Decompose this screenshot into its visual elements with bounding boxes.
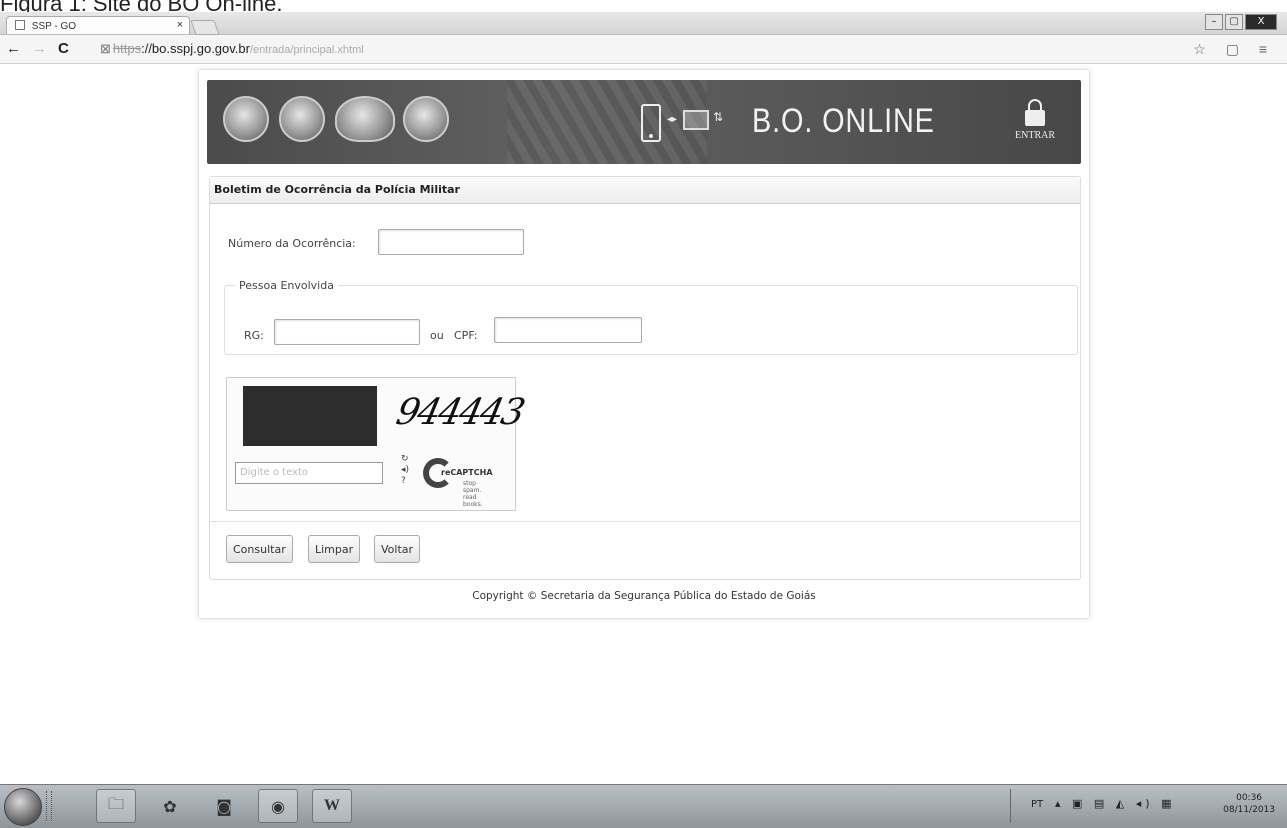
- consultar-button[interactable]: Consultar: [226, 535, 293, 563]
- taskbar: 🗀 ✿ ◙ ◉ W PT ▴ ▣ ▤ ◭ ◂) ▦ 00:36 08/11/20…: [0, 784, 1287, 828]
- cpf-label: CPF:: [454, 329, 478, 342]
- url-path: /entrada/principal.xhtml: [249, 44, 364, 56]
- captcha-widget: 944443 Digite o texto ↻ ◂) ? reCAPTCHA s…: [226, 377, 527, 511]
- occurrence-number-label: Número da Ocorrência:: [228, 237, 356, 250]
- voltar-button[interactable]: Voltar: [374, 535, 421, 563]
- login-label: ENTRAR: [1015, 130, 1055, 141]
- cpf-input[interactable]: [494, 317, 642, 343]
- computer-icon: [683, 110, 709, 130]
- taskbar-grip: [46, 791, 52, 821]
- tray-icons[interactable]: ▴ ▣ ▤ ◭ ◂) ▦: [1055, 797, 1175, 810]
- window-controls: – ▢ X: [1205, 14, 1277, 30]
- login-link[interactable]: ENTRAR: [1015, 98, 1055, 141]
- back-button[interactable]: ←: [6, 40, 21, 57]
- broken-lock-icon: ⊠: [100, 41, 111, 56]
- occurrence-form: Boletim de Ocorrência da Polícia Militar…: [209, 176, 1081, 580]
- url-host: ://bo.sspj.go.gov.br: [141, 41, 250, 56]
- url-protocol: https: [112, 41, 142, 56]
- tab-close-icon[interactable]: ×: [177, 19, 183, 31]
- audio-icon[interactable]: ◂): [401, 465, 409, 476]
- badge-icon: [403, 96, 449, 142]
- system-tray: PT ▴ ▣ ▤ ◭ ◂) ▦ 00:36 08/11/2013: [1010, 789, 1281, 823]
- mobile-phone-icon: [641, 104, 661, 142]
- reload-button[interactable]: C: [58, 40, 69, 57]
- site-title: B.O. ONLINE: [752, 102, 935, 140]
- occurrence-number-input[interactable]: [378, 229, 524, 255]
- paint-icon[interactable]: ✿: [150, 789, 190, 823]
- copyright-text: Copyright © Secretaria da Segurança Públ…: [472, 590, 816, 602]
- captcha-challenge: 944443: [392, 392, 527, 433]
- captcha-controls: ↻ ◂) ?: [401, 454, 409, 487]
- toolbar-icons[interactable]: ☆ ▢ ≡: [1193, 41, 1275, 58]
- recaptcha-tagline: stop spam. read books.: [463, 480, 483, 508]
- start-button[interactable]: [4, 788, 42, 826]
- form-divider: [210, 521, 1080, 522]
- arrow-icon: ◂▸: [667, 114, 678, 125]
- forward-button[interactable]: →: [32, 40, 47, 57]
- clock[interactable]: 00:36 08/11/2013: [1223, 792, 1275, 816]
- tab-strip: SSP - GO × – ▢ X: [0, 12, 1287, 35]
- word-icon[interactable]: W: [312, 789, 352, 823]
- clock-date: 08/11/2013: [1223, 805, 1275, 815]
- page-container: ◂▸ ⇅ B.O. ONLINE ENTRAR Boletim de Ocorr…: [199, 70, 1089, 618]
- rg-label: RG:: [244, 329, 264, 342]
- header-banner: ◂▸ ⇅ B.O. ONLINE ENTRAR: [207, 80, 1081, 164]
- form-heading: Boletim de Ocorrência da Polícia Militar: [210, 177, 1080, 204]
- shield-icon: [279, 96, 325, 142]
- language-indicator[interactable]: PT: [1031, 799, 1043, 810]
- help-icon[interactable]: ?: [401, 476, 409, 487]
- tab-title: SSP - GO: [31, 21, 77, 32]
- captcha-input[interactable]: Digite o texto: [235, 462, 383, 484]
- lock-icon: [1025, 99, 1045, 126]
- media-player-icon[interactable]: ◙: [204, 789, 244, 823]
- explorer-icon[interactable]: 🗀: [96, 789, 136, 823]
- rg-input[interactable]: [274, 319, 420, 345]
- clock-time: 00:36: [1236, 793, 1263, 803]
- url-field[interactable]: ⊠ https://bo.sspj.go.gov.br/entrada/princ…: [100, 40, 1180, 58]
- limpar-button[interactable]: Limpar: [308, 535, 361, 563]
- emblem-icon: [223, 96, 269, 142]
- close-window-button[interactable]: X: [1245, 14, 1277, 30]
- or-label: ou: [430, 329, 444, 342]
- recaptcha-logo: reCAPTCHA stop spam. read books.: [423, 456, 493, 508]
- browser-tab[interactable]: SSP - GO ×: [6, 16, 190, 34]
- captcha-image: [243, 386, 377, 446]
- refresh-icon[interactable]: ↻: [401, 454, 409, 465]
- maximize-button[interactable]: ▢: [1225, 14, 1243, 30]
- new-tab-button[interactable]: [190, 20, 220, 35]
- chrome-icon[interactable]: ◉: [258, 789, 298, 823]
- involved-person-legend: Pessoa Envolvida: [239, 279, 334, 292]
- minimize-button[interactable]: –: [1205, 14, 1223, 30]
- favicon-icon: [15, 20, 25, 30]
- transfer-icon: ⇅: [713, 110, 724, 124]
- address-bar: ← → C ⊠ https://bo.sspj.go.gov.br/entrada…: [0, 35, 1287, 64]
- recaptcha-brand: reCAPTCHA: [441, 468, 493, 477]
- wings-emblem-icon: [335, 96, 395, 142]
